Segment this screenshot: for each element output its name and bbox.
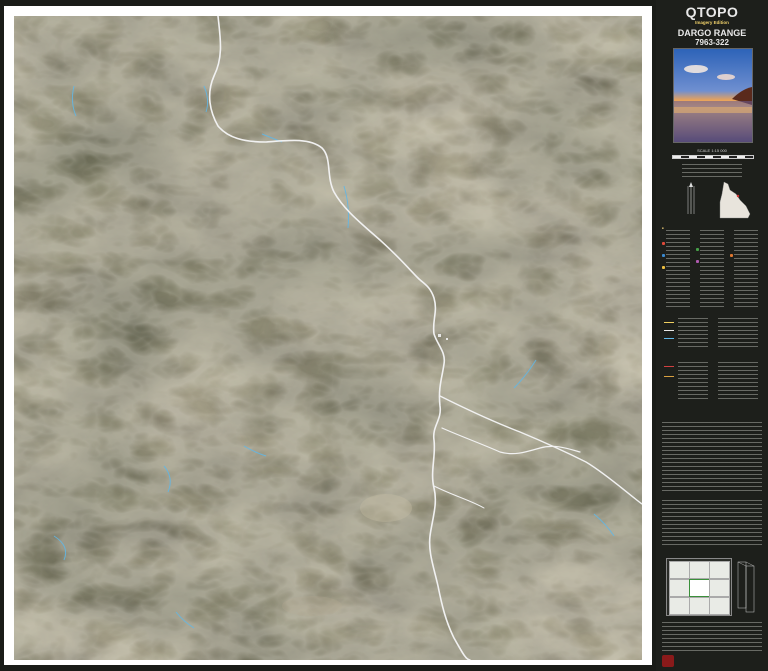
cover-photo [673,48,753,143]
map-frame [4,6,652,665]
current-sheet-cell [689,579,710,597]
queensland-outline-icon [719,181,751,219]
legend: ■ [662,226,762,416]
scale-label: SCALE 1:15 000 [697,148,727,153]
clearing-patch [360,494,412,522]
sheet-number: 7963-322 [695,38,729,47]
scale-bar [672,155,754,159]
disclaimer-text [662,422,762,492]
copyright-text [662,500,762,548]
projection-notes [682,164,742,180]
adjoining-sheets-index [666,558,732,616]
map-legend-panel: QTOPO Imagery Edition DARGO RANGE 7963-3… [656,0,768,671]
clearing-patch [282,596,342,616]
beach-sunset-photo [674,49,752,142]
imagery-map[interactable] [14,16,642,660]
map-title: QTOPO [685,4,739,20]
publication-notes [662,622,762,652]
queensland-crest-icon [662,655,674,667]
sheet-name: DARGO RANGE [677,28,747,38]
edition-label: Imagery Edition [695,20,729,25]
contour-texture [14,16,642,660]
north-arrow-icon [687,182,695,214]
sheet-fold-diagram [737,561,755,613]
